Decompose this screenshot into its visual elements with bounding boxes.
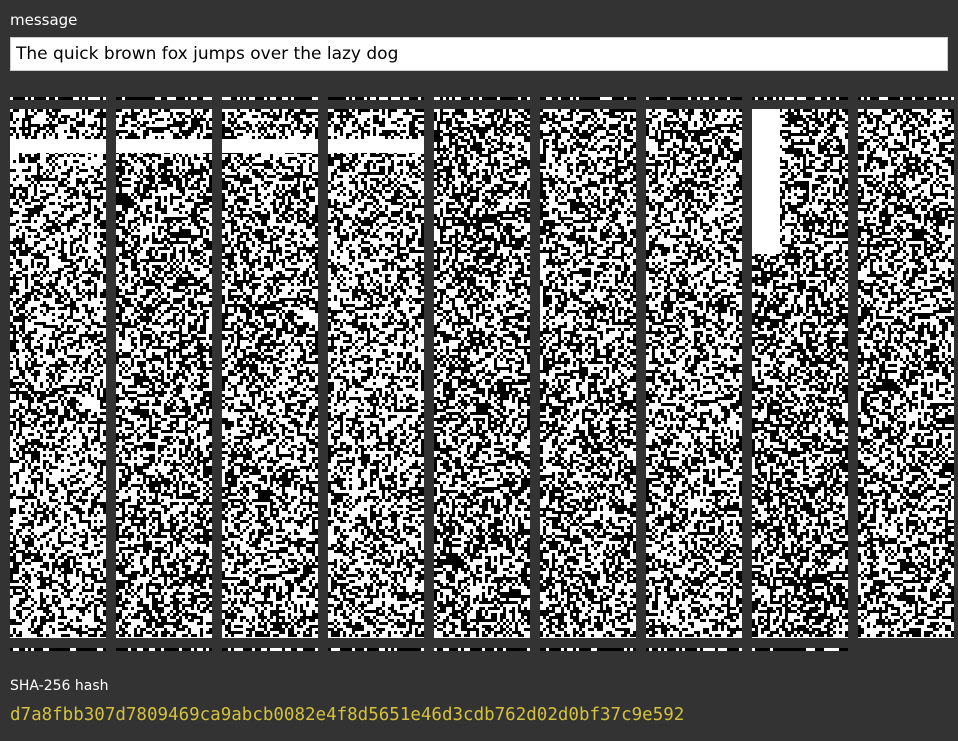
message-label: message <box>10 11 78 29</box>
message-input[interactable] <box>10 37 948 71</box>
sha256-state-visualization <box>0 95 958 653</box>
hash-label: SHA-256 hash <box>10 678 109 694</box>
hash-output: d7a8fbb307d7809469ca9abcb0082e4f8d5651e4… <box>10 705 685 725</box>
bit-grid-canvas <box>0 95 958 653</box>
